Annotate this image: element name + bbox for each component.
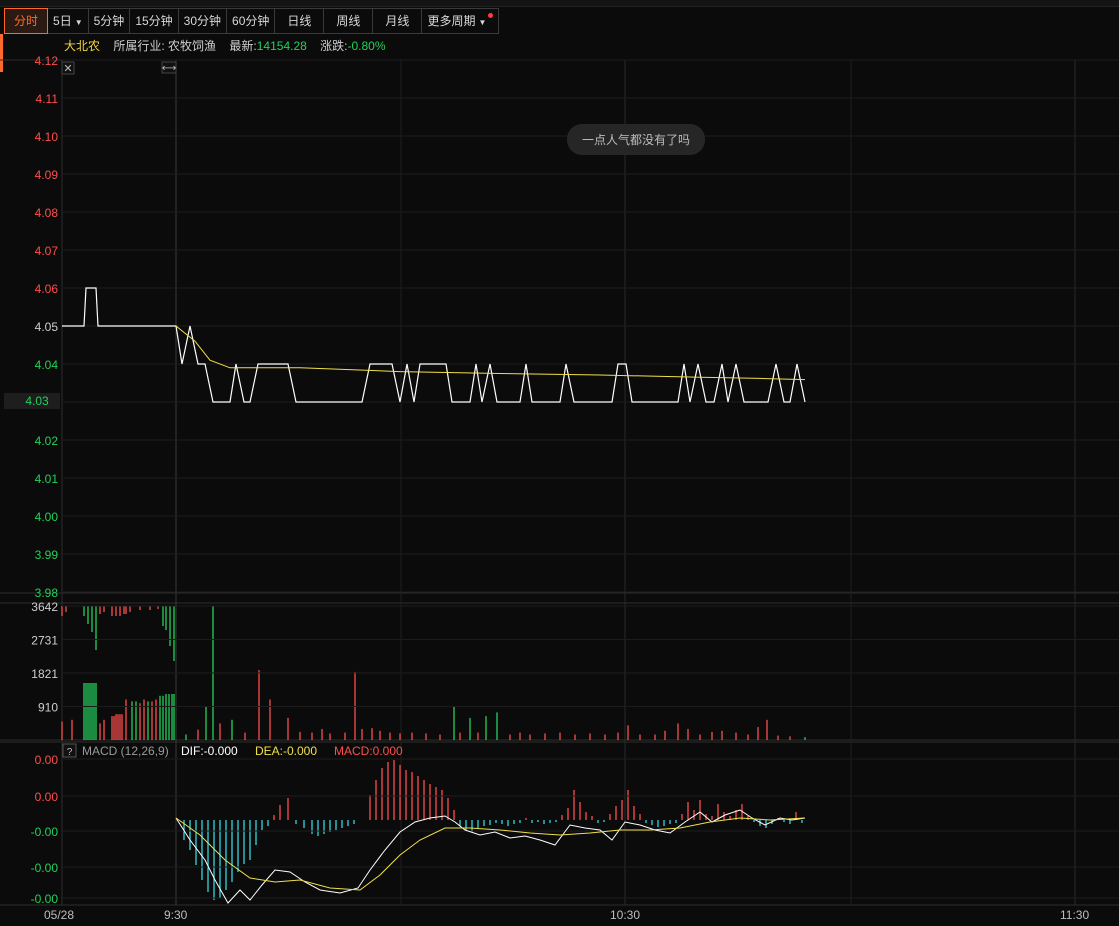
volume-tick-label: 3642 bbox=[31, 600, 58, 614]
current-price-label: 4.03 bbox=[25, 394, 49, 408]
macd-axis: 0.00 0.00 -0.00 -0.00 -0.00 bbox=[31, 753, 1119, 906]
average-price-line bbox=[175, 325, 806, 381]
time-open: 9:30 bbox=[164, 908, 188, 922]
price-tick-label: 4.11 bbox=[36, 92, 59, 106]
price-tick-label: 4.12 bbox=[35, 54, 59, 68]
macd-value: MACD:0.000 bbox=[334, 744, 403, 758]
price-tick-label: 4.06 bbox=[35, 282, 59, 296]
price-tick-label: 4.07 bbox=[35, 244, 59, 258]
help-icon-glyph: ? bbox=[67, 747, 73, 758]
grid-lines bbox=[175, 60, 1076, 905]
svg-text:⟷: ⟷ bbox=[162, 63, 176, 74]
macd-tick-label: -0.00 bbox=[31, 892, 59, 906]
price-tick-label: 4.00 bbox=[35, 510, 59, 524]
time-axis: 05/28 9:30 10:30 11:30 bbox=[44, 908, 1089, 922]
sentiment-tooltip: 一点人气都没有了吗 bbox=[567, 124, 705, 155]
close-icon[interactable]: ✕ bbox=[61, 61, 75, 75]
macd-title: MACD (12,26,9) bbox=[82, 744, 169, 758]
tooltip-text: 一点人气都没有了吗 bbox=[582, 132, 690, 147]
current-price-marker: 4.03 bbox=[4, 393, 60, 409]
macd-tick-label: -0.00 bbox=[31, 825, 59, 839]
volume-tick-label: 2731 bbox=[31, 634, 58, 648]
price-tick-label: 4.10 bbox=[35, 130, 59, 144]
macd-dea-line bbox=[175, 817, 806, 891]
macd-dea: DEA:-0.000 bbox=[255, 744, 317, 758]
price-tick-label: 4.09 bbox=[35, 168, 59, 182]
expand-horizontal-icon[interactable]: ⟷ bbox=[161, 61, 177, 74]
macd-dif: DIF:-0.000 bbox=[181, 744, 238, 758]
price-tick-label: 4.04 bbox=[35, 358, 59, 372]
price-tick-label: 4.01 bbox=[35, 472, 59, 486]
price-line bbox=[62, 287, 806, 403]
chart-frames bbox=[0, 59, 1119, 906]
price-tick-label: 3.98 bbox=[35, 586, 59, 600]
macd-header: ? MACD (12,26,9) DIF:-0.000 DEA:-0.000 M… bbox=[62, 743, 403, 758]
price-tick-label: 4.02 bbox=[35, 434, 59, 448]
svg-text:✕: ✕ bbox=[63, 63, 72, 75]
price-tick-label: 4.05 bbox=[35, 320, 59, 334]
macd-tick-label: 0.00 bbox=[35, 790, 59, 804]
volume-tick-label: 1821 bbox=[31, 667, 58, 681]
macd-tick-label: 0.00 bbox=[35, 753, 59, 767]
price-tick-label: 3.99 bbox=[35, 548, 59, 562]
time-mid: 10:30 bbox=[610, 908, 640, 922]
volume-tick-label: 910 bbox=[38, 701, 58, 715]
intraday-chart[interactable]: 4.12 4.11 4.10 4.09 4.08 4.07 4.06 4.05 4.04 4.03… bbox=[0, 0, 1119, 926]
price-tick-label: 4.08 bbox=[35, 206, 59, 220]
time-close: 11:30 bbox=[1060, 908, 1089, 922]
volume-axis: 3642 2731 1821 910 bbox=[31, 600, 1119, 715]
macd-tick-label: -0.00 bbox=[31, 861, 59, 875]
time-date: 05/28 bbox=[44, 908, 74, 922]
